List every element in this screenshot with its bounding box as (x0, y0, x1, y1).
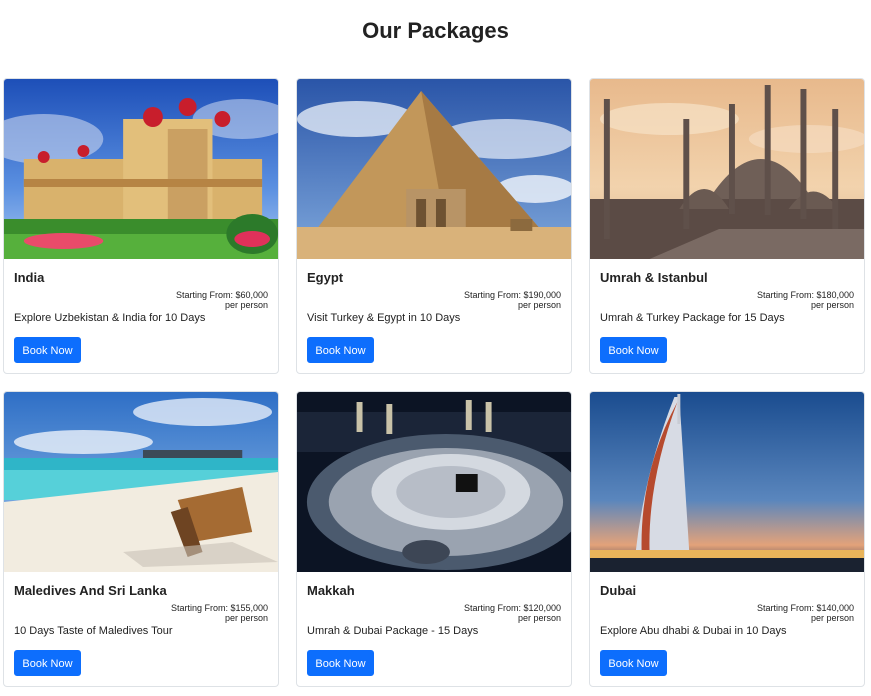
book-now-button-makkah[interactable]: Book Now (307, 650, 374, 676)
package-title: Egypt (307, 270, 344, 285)
package-description: 10 Days Taste of Maledives Tour (14, 625, 173, 637)
package-title: India (14, 270, 45, 285)
price-prefix: Starting From: (175, 290, 236, 300)
price-prefix: Starting From: (463, 290, 524, 300)
book-now-button-umrah-istanbul[interactable]: Book Now (600, 337, 667, 363)
price-prefix: Starting From: (463, 603, 524, 613)
package-description: Umrah & Turkey Package for 15 Days (600, 312, 785, 324)
package-grid: India Starting From: $60,000 per person … (3, 78, 865, 687)
package-price: Starting From: $155,000 per person (14, 603, 268, 623)
price-per: per person (517, 613, 561, 623)
package-price: Starting From: $120,000 per person (307, 603, 561, 623)
package-title: Umrah & Istanbul (600, 270, 708, 285)
price-per: per person (810, 300, 854, 310)
package-price: Starting From: $190,000 per person (307, 290, 561, 310)
price-prefix: Starting From: (170, 603, 231, 613)
package-card-maledives: Maledives And Sri Lanka Starting From: $… (3, 391, 279, 687)
price-value: $60,000 (235, 290, 268, 300)
price-value: $180,000 (816, 290, 854, 300)
book-now-button-egypt[interactable]: Book Now (307, 337, 374, 363)
card-body: India Starting From: $60,000 per person … (4, 259, 278, 373)
package-image-burj-al-arab (590, 392, 864, 572)
package-price: Starting From: $180,000 per person (600, 290, 854, 310)
book-now-button-india[interactable]: Book Now (14, 337, 81, 363)
card-body: Maledives And Sri Lanka Starting From: $… (4, 572, 278, 686)
price-value: $155,000 (230, 603, 268, 613)
package-description: Umrah & Dubai Package - 15 Days (307, 625, 479, 637)
card-body: Makkah Starting From: $120,000 per perso… (297, 572, 571, 686)
price-prefix: Starting From: (756, 603, 817, 613)
package-description: Visit Turkey & Egypt in 10 Days (307, 312, 461, 324)
package-image-beach (4, 392, 278, 572)
package-card-umrah-istanbul: Umrah & Istanbul Starting From: $180,000… (589, 78, 865, 374)
card-body: Dubai Starting From: $140,000 per person… (590, 572, 864, 686)
package-description: Explore Abu dhabi & Dubai in 10 Days (600, 625, 787, 637)
price-value: $190,000 (523, 290, 561, 300)
card-body: Egypt Starting From: $190,000 per person… (297, 259, 571, 373)
price-per: per person (224, 300, 268, 310)
package-description: Explore Uzbekistan & India for 10 Days (14, 312, 206, 324)
price-per: per person (810, 613, 854, 623)
package-card-makkah: Makkah Starting From: $120,000 per perso… (296, 391, 572, 687)
package-card-india: India Starting From: $60,000 per person … (3, 78, 279, 374)
package-image-pyramid (297, 79, 571, 259)
book-now-button-dubai[interactable]: Book Now (600, 650, 667, 676)
package-image-palace (4, 79, 278, 259)
package-card-dubai: Dubai Starting From: $140,000 per person… (589, 391, 865, 687)
price-per: per person (517, 300, 561, 310)
price-per: per person (224, 613, 268, 623)
package-image-makkah (297, 392, 571, 572)
package-image-mosque (590, 79, 864, 259)
page-title: Our Packages (362, 18, 509, 43)
package-title: Dubai (600, 583, 637, 598)
book-now-button-maledives[interactable]: Book Now (14, 650, 81, 676)
card-body: Umrah & Istanbul Starting From: $180,000… (590, 259, 864, 373)
package-title: Maledives And Sri Lanka (14, 583, 167, 598)
package-title: Makkah (307, 583, 355, 598)
price-value: $120,000 (523, 603, 561, 613)
price-prefix: Starting From: (756, 290, 817, 300)
package-card-egypt: Egypt Starting From: $190,000 per person… (296, 78, 572, 374)
package-price: Starting From: $60,000 per person (14, 290, 268, 310)
package-price: Starting From: $140,000 per person (600, 603, 854, 623)
price-value: $140,000 (816, 603, 854, 613)
